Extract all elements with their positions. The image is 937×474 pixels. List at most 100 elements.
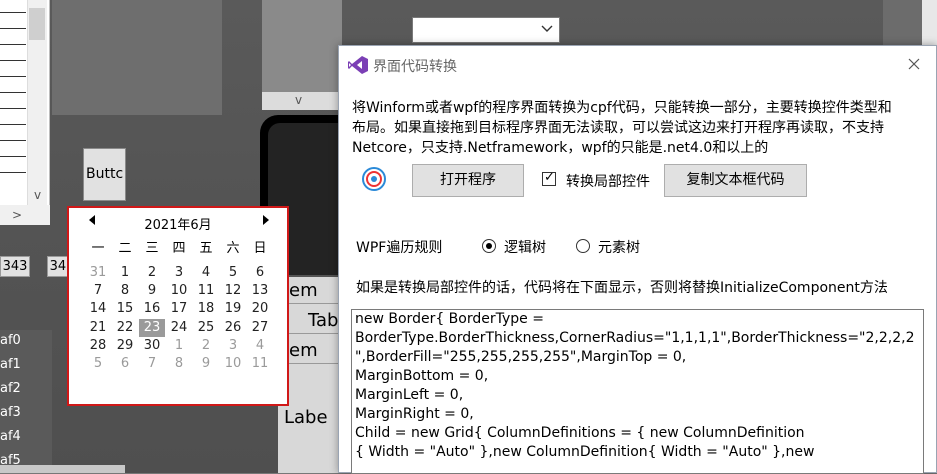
description-line: 布局。如果直接拖到目标程序界面无法读取，可以尝试这边来打开程序再读取，不支持 bbox=[352, 120, 884, 136]
background-panel bbox=[52, 0, 222, 115]
calendar-day[interactable]: 12 bbox=[220, 282, 246, 300]
background-combobox[interactable] bbox=[412, 17, 560, 43]
scroll-down-glyph: v bbox=[34, 188, 42, 202]
calendar-day[interactable]: 27 bbox=[247, 319, 273, 337]
number-box[interactable]: 343 bbox=[0, 256, 30, 277]
calendar-day[interactable]: 10 bbox=[166, 282, 192, 300]
calendar-weekday: 四 bbox=[172, 241, 186, 256]
calendar-day[interactable]: 31 bbox=[85, 264, 111, 282]
calendar-day[interactable]: 11 bbox=[193, 282, 219, 300]
triangle-right-icon[interactable] bbox=[261, 214, 271, 229]
calendar-day[interactable]: 9 bbox=[139, 282, 165, 300]
calendar-day[interactable]: 3 bbox=[166, 264, 192, 282]
calendar-day[interactable]: 5 bbox=[85, 355, 111, 373]
code-line: BorderType.BorderThickness,CornerRadius=… bbox=[355, 330, 915, 346]
calendar-day[interactable]: 1 bbox=[112, 264, 138, 282]
calendar-day[interactable]: 10 bbox=[220, 355, 246, 373]
calendar-day[interactable]: 2 bbox=[139, 264, 165, 282]
background-button-label: Buttc bbox=[86, 166, 124, 182]
background-bottom-strip bbox=[0, 465, 125, 473]
close-icon[interactable] bbox=[903, 54, 925, 76]
calendar-day[interactable]: 20 bbox=[247, 300, 273, 318]
calendar-day[interactable]: 24 bbox=[166, 319, 192, 337]
calendar-day[interactable]: 16 bbox=[139, 300, 165, 318]
calendar-day[interactable]: 29 bbox=[112, 337, 138, 355]
calendar-day[interactable]: 18 bbox=[193, 300, 219, 318]
calendar-day-selected[interactable]: 23 bbox=[139, 318, 165, 337]
calendar-day[interactable]: 9 bbox=[193, 355, 219, 373]
calendar[interactable]: 2021年6月 一二三四五六日 31 1 2 3 4 5 6 7 8 9 10 11 12 13 14 15 16… bbox=[67, 206, 289, 406]
calendar-day[interactable]: 11 bbox=[247, 355, 273, 373]
code-line: ",BorderFill="255,255,255,255",MarginTop… bbox=[355, 349, 687, 365]
calendar-day[interactable]: 25 bbox=[193, 319, 219, 337]
calendar-day[interactable]: 6 bbox=[247, 264, 273, 282]
open-program-button[interactable]: 打开程序 bbox=[412, 164, 524, 197]
background-scrollbar[interactable]: v bbox=[262, 92, 342, 110]
list-item bbox=[0, 76, 26, 77]
code-textbox[interactable]: new Border{ BorderType = BorderType.Bord… bbox=[351, 309, 924, 474]
calendar-day[interactable]: 1 bbox=[166, 337, 192, 355]
code-line: Child = new Grid{ ColumnDefinitions = { … bbox=[355, 425, 805, 441]
calendar-day[interactable]: 30 bbox=[139, 337, 165, 355]
target-icon[interactable] bbox=[361, 166, 387, 192]
visual-studio-logo-icon bbox=[348, 56, 368, 74]
calendar-day[interactable]: 5 bbox=[220, 264, 246, 282]
list-item[interactable]: af3 bbox=[0, 405, 21, 420]
code-line: { Width = "Auto" },new ColumnDefinition{… bbox=[355, 444, 815, 460]
calendar-day[interactable]: 14 bbox=[85, 300, 111, 318]
calendar-day[interactable]: 4 bbox=[247, 337, 273, 355]
list-item bbox=[0, 156, 26, 157]
calendar-grid: 一二三四五六日 31 1 2 3 4 5 6 7 8 9 10 11 12 13 14 15 16 17 18 19 20… bbox=[85, 241, 275, 398]
list-item[interactable]: af4 bbox=[0, 429, 21, 444]
code-line: MarginBottom = 0, bbox=[355, 368, 489, 384]
calendar-day[interactable]: 8 bbox=[112, 282, 138, 300]
calendar-day[interactable]: 4 bbox=[193, 264, 219, 282]
calendar-day[interactable]: 6 bbox=[112, 355, 138, 373]
calendar-weekday: 五 bbox=[199, 241, 213, 256]
calendar-day[interactable]: 15 bbox=[112, 300, 138, 318]
background-button[interactable]: Buttc bbox=[83, 148, 126, 201]
visual-tree-label[interactable]: 元素树 bbox=[598, 237, 640, 257]
wpf-traversal-label: WPF遍历规则 bbox=[356, 240, 443, 256]
background-panel bbox=[883, 0, 923, 45]
list-item[interactable]: af0 bbox=[0, 333, 21, 348]
description-line: Netcore，只支持.Netframework，wpf的只能是.net4.0和… bbox=[352, 140, 769, 156]
list-item[interactable]: af1 bbox=[0, 357, 21, 372]
convert-partial-label[interactable]: 转换局部控件 bbox=[566, 171, 650, 191]
visual-tree-radio[interactable] bbox=[576, 239, 590, 253]
list-horizontal-scrollbar[interactable]: > bbox=[0, 205, 50, 225]
code-line: MarginRight = 0, bbox=[355, 406, 474, 422]
calendar-day[interactable]: 8 bbox=[166, 355, 192, 373]
chevron-down-icon bbox=[541, 22, 553, 36]
calendar-title[interactable]: 2021年6月 bbox=[69, 214, 287, 233]
scrollbar-thumb[interactable] bbox=[29, 8, 45, 40]
dialog-titlebar[interactable]: 界面代码转换 bbox=[339, 46, 936, 84]
calendar-day[interactable]: 7 bbox=[85, 282, 111, 300]
calendar-weekday: 二 bbox=[118, 241, 132, 256]
checkmark-icon: ✓ bbox=[544, 170, 555, 185]
list-item bbox=[0, 124, 26, 125]
calendar-day[interactable]: 13 bbox=[247, 282, 273, 300]
calendar-day[interactable]: 28 bbox=[85, 337, 111, 355]
calendar-weekday: 日 bbox=[253, 241, 267, 256]
calendar-day[interactable]: 26 bbox=[220, 319, 246, 337]
list-item bbox=[0, 172, 26, 173]
calendar-day[interactable]: 19 bbox=[220, 300, 246, 318]
grid-tab-text[interactable]: Tab bbox=[308, 310, 338, 331]
list-item bbox=[0, 44, 26, 45]
calendar-day[interactable]: 7 bbox=[139, 355, 165, 373]
logical-tree-label[interactable]: 逻辑树 bbox=[504, 237, 546, 257]
list-item bbox=[0, 92, 26, 93]
calendar-day[interactable]: 3 bbox=[220, 337, 246, 355]
logical-tree-radio[interactable] bbox=[482, 239, 496, 253]
scroll-right-glyph: > bbox=[12, 208, 23, 222]
list-item[interactable]: af2 bbox=[0, 381, 21, 396]
convert-partial-checkbox[interactable]: ✓ bbox=[542, 170, 556, 186]
radio-selected-dot bbox=[486, 243, 492, 249]
calendar-day[interactable]: 21 bbox=[85, 319, 111, 337]
calendar-day[interactable]: 22 bbox=[112, 319, 138, 337]
calendar-day[interactable]: 17 bbox=[166, 300, 192, 318]
copy-code-button[interactable]: 复制文本框代码 bbox=[664, 164, 807, 197]
calendar-day[interactable]: 2 bbox=[193, 337, 219, 355]
calendar-weekday: 三 bbox=[145, 241, 159, 256]
